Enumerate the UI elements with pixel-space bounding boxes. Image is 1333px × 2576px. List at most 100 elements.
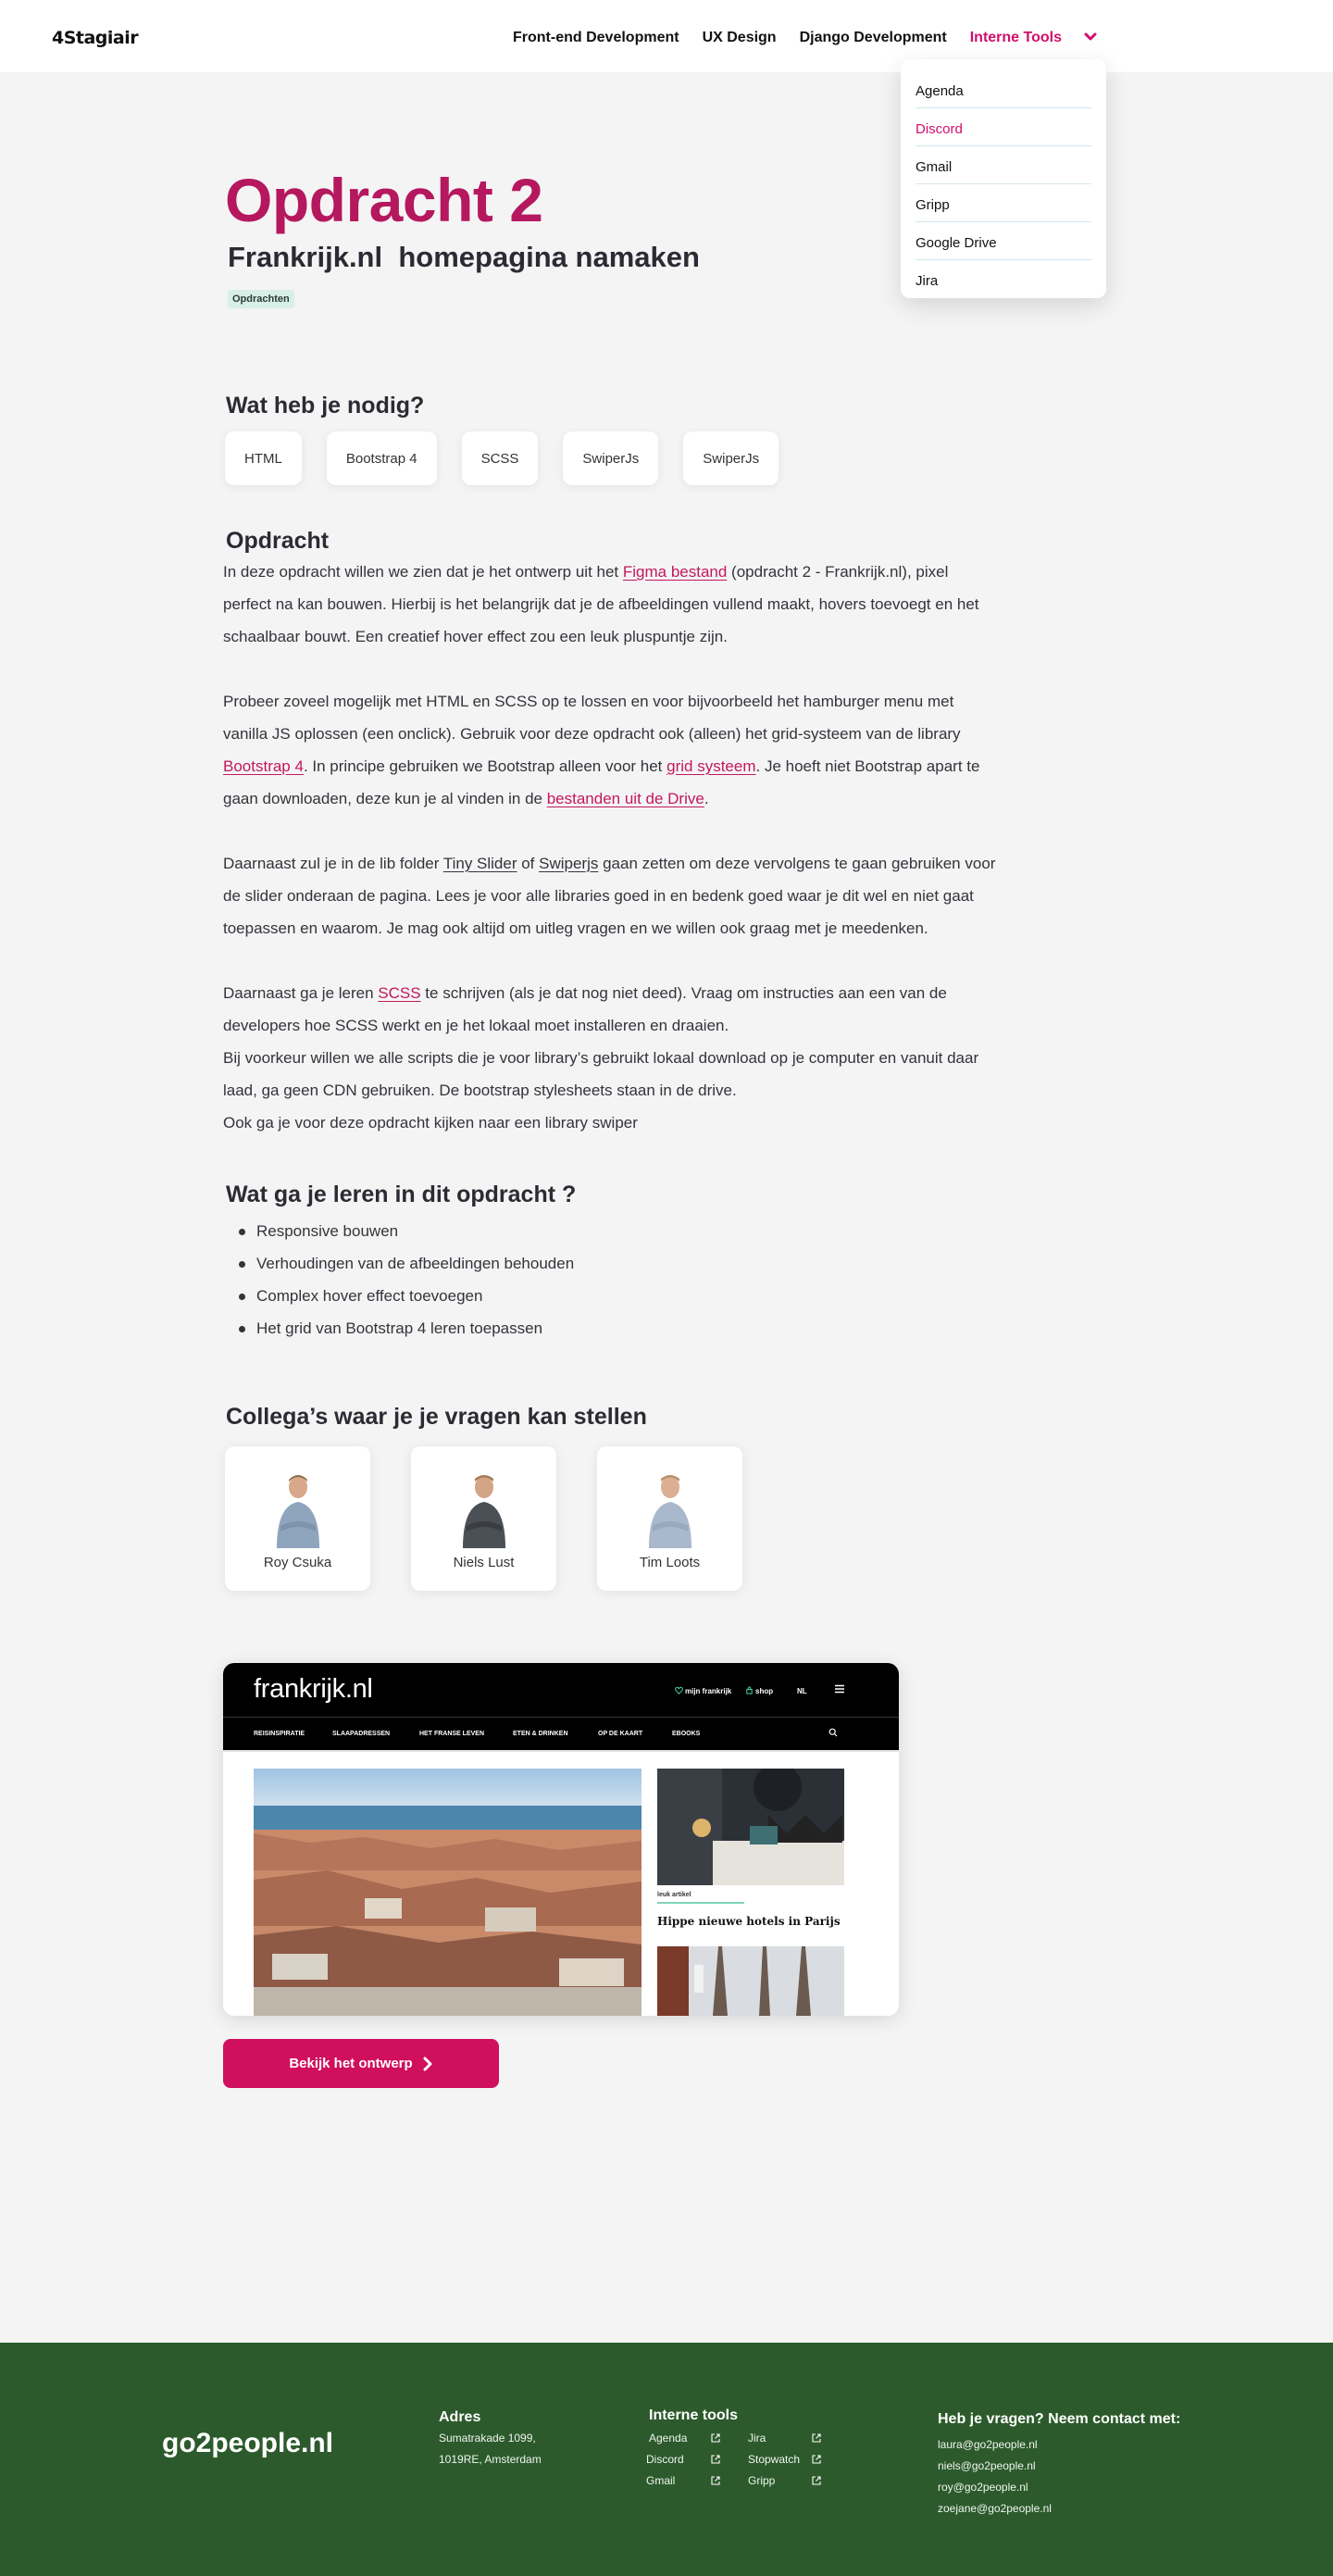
dropdown-item-agenda[interactable]: Agenda (916, 70, 1091, 108)
tool-card[interactable]: SCSS (461, 431, 539, 485)
external-link-icon (812, 2455, 821, 2464)
dropdown-item-discord[interactable]: Discord (916, 108, 1091, 146)
nav-link-ux[interactable]: UX Design (703, 30, 777, 46)
nav-link-django[interactable]: Django Development (800, 30, 947, 46)
learn-list: Responsive bouwen Verhoudingen van de af… (239, 1215, 574, 1344)
article-kicker: leuk artikel (657, 1892, 691, 1898)
colleague-name: Tim Loots (639, 1555, 701, 1570)
tool-card[interactable]: SwiperJs (683, 431, 779, 485)
assignment-paragraph: Probeer zoveel mogelijk met HTML en SCSS… (223, 693, 980, 807)
preview-menu-item: SLAAPADRESSEN (332, 1731, 391, 1737)
tiny-slider-link[interactable]: Tiny Slider (443, 855, 517, 872)
heart-icon (675, 1686, 683, 1694)
footer-tools-heading: Interne tools (649, 2407, 739, 2423)
colleague-name: Niels Lust (453, 1555, 515, 1570)
preview-divider (223, 1750, 899, 1752)
hero-image (254, 1769, 642, 2016)
external-link-icon (711, 2476, 720, 2485)
list-item: Verhoudingen van de afbeeldingen behoude… (239, 1247, 574, 1280)
footer: go2people.nl Adres Sumatrakade 1099, 101… (0, 2343, 1333, 2576)
preview-menu-item: HET FRANSE LEVEN (419, 1731, 485, 1737)
footer-contact-email[interactable]: roy@go2people.nl (938, 2481, 1028, 2494)
dropdown-item-gripp[interactable]: Gripp (916, 184, 1091, 222)
footer-tool-link[interactable]: Gmail (646, 2474, 675, 2487)
search-icon (828, 1728, 838, 1737)
tool-card[interactable]: HTML (225, 431, 302, 485)
swiperjs-link[interactable]: Swiperjs (539, 855, 598, 872)
colleague-card[interactable]: Niels Lust (411, 1446, 556, 1591)
interne-tools-dropdown: Agenda Discord Gmail Gripp Google Drive … (901, 59, 1106, 298)
brand-logo[interactable]: 4Stagiair (52, 28, 139, 48)
preview-menu-item: ETEN & DRINKEN (513, 1731, 568, 1737)
main-nav: Front-end Development UX Design Django D… (513, 30, 1085, 46)
dropdown-item-gmail[interactable]: Gmail (916, 146, 1091, 184)
dropdown-item-google-drive[interactable]: Google Drive (916, 222, 1091, 260)
footer-contact-email[interactable]: laura@go2people.nl (938, 2438, 1038, 2451)
page-subtitle: Frankrijk.nl homepagina namaken (228, 241, 700, 273)
colleagues-list: Roy Csuka Niels Lust Tim Loots (225, 1446, 783, 1591)
footer-address-line: Sumatrakade 1099, (439, 2432, 536, 2445)
design-preview[interactable]: frankrijk.nl mijn frankrijk shop NL REIS… (223, 1663, 899, 2016)
nav-link-interne-tools[interactable]: Interne Tools (970, 30, 1062, 46)
assignment-paragraph: In deze opdracht willen we zien dat je h… (223, 563, 979, 645)
avatar (649, 1475, 691, 1548)
external-link-icon (711, 2455, 720, 2464)
footer-address-heading: Adres (439, 2409, 481, 2425)
footer-contact-heading: Heb je vragen? Neem contact met: (938, 2411, 1181, 2427)
colleague-name: Roy Csuka (263, 1555, 332, 1570)
category-tag[interactable]: Opdrachten (228, 290, 294, 308)
article-image (657, 1769, 844, 1885)
scss-link[interactable]: SCSS (378, 984, 420, 1002)
tools-list: HTML Bootstrap 4 SCSS SwiperJs SwiperJs (225, 431, 804, 485)
footer-tool-link[interactable]: Discord (646, 2453, 684, 2466)
nav-link-frontend[interactable]: Front-end Development (513, 30, 679, 46)
footer-address-line: 1019RE, Amsterdam (439, 2453, 542, 2466)
colleague-card[interactable]: Tim Loots (597, 1446, 742, 1591)
tool-card[interactable]: SwiperJs (563, 431, 659, 485)
article-image (657, 1946, 844, 2016)
tool-card[interactable]: Bootstrap 4 (326, 431, 437, 485)
assignment-paragraph: Ook ga je voor deze opdracht kijken naar… (223, 1114, 638, 1132)
external-link-icon (812, 2433, 821, 2443)
view-design-button[interactable]: Bekijk het ontwerp (223, 2039, 499, 2088)
external-link-icon (711, 2433, 720, 2443)
preview-util-link: mijn frankrijk (685, 1687, 732, 1695)
assignment-paragraph: Daarnaast ga je leren SCSS te schrijven … (223, 984, 947, 1034)
external-link-icon (812, 2476, 821, 2485)
footer-contact-email[interactable]: zoejane@go2people.nl (938, 2502, 1052, 2515)
drive-files-link[interactable]: bestanden uit de Drive (547, 790, 704, 807)
avatar (277, 1475, 319, 1548)
avatar (463, 1475, 505, 1548)
preview-language: NL (797, 1687, 807, 1695)
needs-heading: Wat heb je nodig? (226, 393, 425, 419)
list-item: Het grid van Bootstrap 4 leren toepassen (239, 1312, 574, 1344)
footer-tool-link[interactable]: Agenda (649, 2432, 687, 2445)
grid-system-link[interactable]: grid systeem (666, 757, 755, 775)
preview-menu-item: EBOOKS (672, 1731, 701, 1737)
preview-util-link: shop (755, 1687, 774, 1695)
preview-menu-item: REISINSPIRATIE (254, 1731, 305, 1737)
preview-menu: REISINSPIRATIE SLAAPADRESSEN HET FRANSE … (223, 1717, 899, 1750)
footer-tool-link[interactable]: Gripp (748, 2474, 775, 2487)
bag-icon (746, 1686, 753, 1694)
dropdown-item-jira[interactable]: Jira (916, 260, 1091, 298)
bootstrap-link[interactable]: Bootstrap 4 (223, 757, 304, 775)
chevron-down-icon[interactable] (1083, 30, 1098, 44)
article-headline: Hippe nieuwe hotels in Parijs (657, 1915, 841, 1928)
footer-tool-link[interactable]: Stopwatch (748, 2453, 800, 2466)
page-title: Opdracht 2 (225, 166, 543, 234)
learn-heading: Wat ga je leren in dit opdracht ? (226, 1182, 577, 1207)
footer-contact-email[interactable]: niels@go2people.nl (938, 2459, 1036, 2472)
figma-link[interactable]: Figma bestand (623, 563, 727, 581)
assignment-heading: Opdracht (226, 528, 330, 554)
assignment-paragraph: Bij voorkeur willen we alle scripts die … (223, 1049, 979, 1099)
footer-tool-link[interactable]: Jira (748, 2432, 766, 2445)
colleague-card[interactable]: Roy Csuka (225, 1446, 370, 1591)
list-item: Responsive bouwen (239, 1215, 574, 1247)
list-item: Complex hover effect toevoegen (239, 1280, 574, 1312)
chevron-right-icon (423, 2057, 432, 2070)
top-navbar: 4Stagiair Front-end Development UX Desig… (0, 0, 1333, 72)
footer-brand: go2people.nl (162, 2428, 334, 2458)
hamburger-icon (835, 1684, 844, 1694)
article-kicker-line (657, 1902, 744, 1904)
